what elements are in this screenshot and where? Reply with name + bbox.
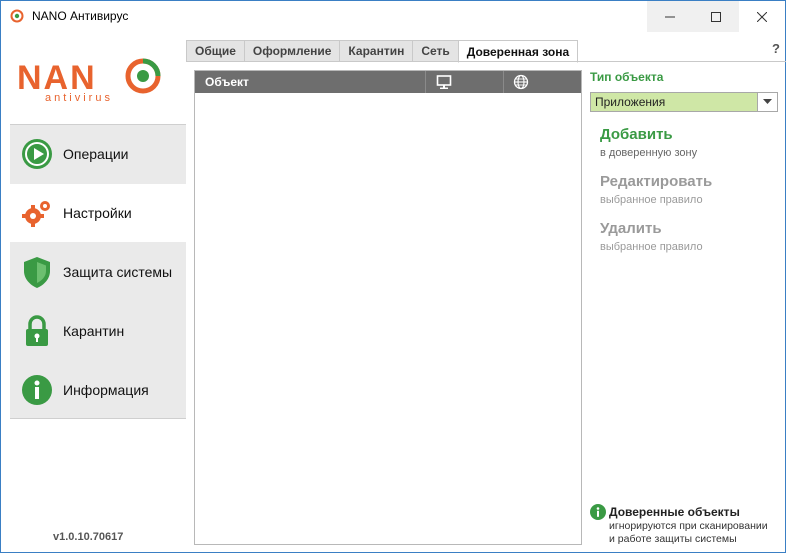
svg-text:antivirus: antivirus [45, 92, 113, 104]
info-circle-icon [22, 375, 52, 405]
dropdown-arrow[interactable] [757, 93, 777, 111]
maximize-icon [711, 11, 721, 22]
object-type-select[interactable]: Приложения [590, 92, 778, 112]
delete-button-title: Удалить [600, 220, 662, 237]
close-icon [757, 11, 767, 22]
sidebar-item-label: Операции [63, 146, 129, 162]
trusted-objects-list[interactable]: Объект [194, 70, 582, 545]
chevron-down-icon [763, 99, 772, 104]
delete-button[interactable]: Удалить выбранное правило [600, 220, 703, 253]
sidebar-item-label: Карантин [63, 323, 125, 339]
sidebar-item-protection[interactable]: Защита системы [10, 243, 186, 301]
tab-network[interactable]: Сеть [412, 40, 458, 62]
add-button[interactable]: Добавить в доверенную зону [600, 126, 697, 159]
column-divider [425, 71, 426, 93]
info-text: игнорируются при сканировании и работе з… [609, 520, 768, 546]
nano-app-icon [10, 9, 24, 23]
list-header: Объект [195, 71, 581, 93]
monitor-icon[interactable] [436, 74, 452, 90]
delete-button-subtitle: выбранное правило [600, 241, 703, 253]
tab-general[interactable]: Общие [186, 40, 244, 62]
object-type-value: Приложения [595, 95, 666, 109]
minimize-icon [665, 16, 675, 17]
shield-icon [24, 257, 50, 288]
add-button-subtitle: в доверенную зону [600, 147, 698, 159]
info-icon [590, 504, 606, 520]
column-header-object[interactable]: Объект [205, 75, 249, 89]
sidebar-item-settings[interactable]: Настройки [10, 184, 186, 242]
sidebar-item-label: Настройки [63, 205, 132, 221]
tab-divider [186, 61, 786, 62]
info-text-line: и работе защиты системы [609, 533, 737, 545]
nano-logo: NAN antivirus [15, 55, 175, 105]
title-bar: NANO Антивирус [1, 1, 785, 33]
edit-button-title: Редактировать [600, 173, 713, 190]
sidebar-item-quarantine[interactable]: Карантин [10, 302, 186, 360]
minimize-button[interactable] [647, 1, 693, 32]
maximize-button[interactable] [693, 1, 739, 32]
sidebar: Операции Настройки Защита системы Карант… [10, 124, 186, 419]
info-text-line: игнорируются при сканировании [609, 520, 768, 532]
info-title: Доверенные объекты [609, 505, 740, 519]
edit-button[interactable]: Редактировать выбранное правило [600, 173, 712, 206]
play-circle-icon [22, 139, 52, 169]
column-divider [503, 71, 504, 93]
sidebar-item-label: Информация [63, 382, 149, 398]
tab-trusted-zone[interactable]: Доверенная зона [457, 40, 579, 63]
object-type-label: Тип объекта [590, 70, 664, 84]
globe-icon[interactable] [513, 74, 529, 90]
sidebar-item-label: Защита системы [63, 264, 173, 280]
tab-appearance[interactable]: Оформление [243, 40, 340, 62]
version-label: v1.0.10.70617 [53, 531, 124, 543]
nano-logo-graphic: NAN antivirus [17, 58, 161, 104]
edit-button-subtitle: выбранное правило [600, 194, 703, 206]
sidebar-item-operations[interactable]: Операции [10, 125, 186, 183]
close-button[interactable] [739, 1, 785, 32]
window-title: NANO Антивирус [32, 9, 129, 23]
gears-icon [22, 201, 50, 227]
sidebar-item-information[interactable]: Информация [10, 361, 186, 419]
settings-tabs: Общие Оформление Карантин Сеть Доверенна… [186, 40, 579, 63]
tab-quarantine[interactable]: Карантин [339, 40, 413, 62]
add-button-title: Добавить [600, 126, 673, 143]
app-window: NANO Антивирус NAN antivirus Операции На… [0, 0, 786, 553]
help-button[interactable]: ? [772, 41, 780, 56]
lock-icon [26, 315, 48, 346]
